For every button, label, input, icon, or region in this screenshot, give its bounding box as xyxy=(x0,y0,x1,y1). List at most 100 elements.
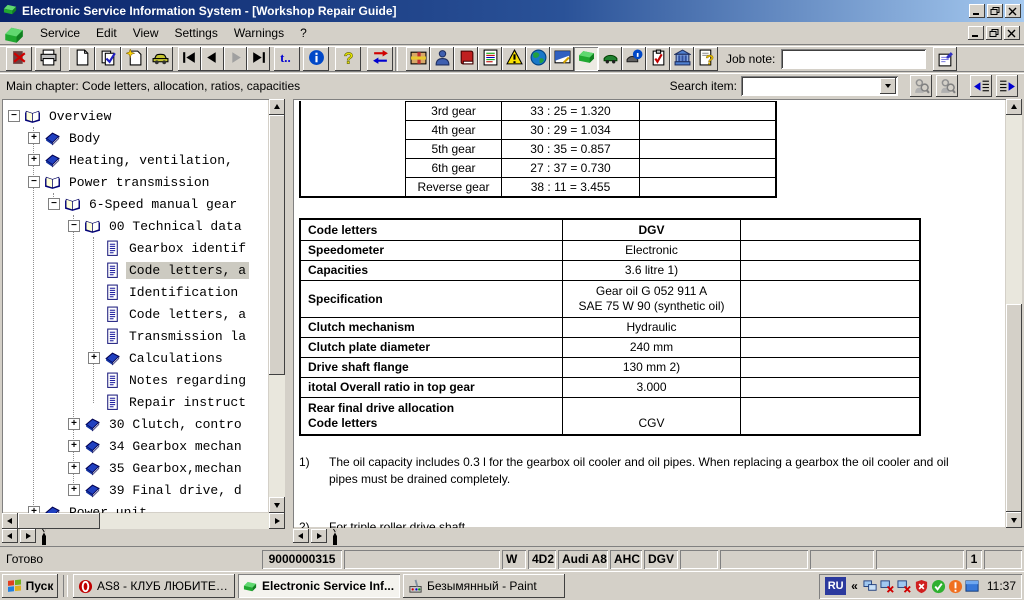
tab-scroll-right-button[interactable] xyxy=(20,529,36,543)
tree-item[interactable]: Gearbox identif xyxy=(2,237,269,259)
tree-vertical-scrollbar[interactable] xyxy=(269,99,285,513)
menu-settings[interactable]: Settings xyxy=(167,24,226,42)
mdi-close-button[interactable] xyxy=(1004,26,1020,40)
tree-item-label[interactable]: Identification xyxy=(126,284,241,301)
globe-button[interactable] xyxy=(526,47,550,71)
tree-item[interactable]: −Overview xyxy=(2,105,269,127)
tree-item[interactable]: −Power transmission xyxy=(2,171,269,193)
restore-button[interactable] xyxy=(987,4,1003,18)
tree-item[interactable]: + Calculations xyxy=(2,347,269,369)
checklist-button[interactable] xyxy=(646,47,670,71)
tree-expander[interactable]: − xyxy=(48,198,60,210)
tab-scroll-right-button[interactable] xyxy=(311,529,327,543)
tree-expander[interactable]: − xyxy=(68,220,80,232)
tree-item-label[interactable]: 30 Clutch, contro xyxy=(106,416,245,433)
tree-item[interactable]: + Body xyxy=(2,127,269,149)
car-button[interactable] xyxy=(147,47,173,71)
tree-item[interactable]: +34 Gearbox mechan xyxy=(2,435,269,457)
job-note-edit-button[interactable] xyxy=(933,47,957,71)
info-button[interactable] xyxy=(303,47,329,71)
scroll-down-button[interactable] xyxy=(269,497,285,513)
menu-view[interactable]: View xyxy=(125,24,167,42)
scroll-up-button[interactable] xyxy=(269,99,285,115)
new-document-button[interactable] xyxy=(69,47,95,71)
tree-expander[interactable]: + xyxy=(28,154,40,166)
tree-horizontal-scrollbar[interactable] xyxy=(2,513,285,529)
tree-item-label[interactable]: Body xyxy=(66,130,103,147)
tree-item-label[interactable]: Heating, ventilation, xyxy=(66,152,236,169)
tree-item[interactable]: +30 Clutch, contro xyxy=(2,413,269,435)
tree-item-label[interactable]: Repair instruct xyxy=(126,394,249,411)
tray-overflow-chevron[interactable]: « xyxy=(849,579,860,593)
exit-button[interactable] xyxy=(6,47,32,71)
search-item-input[interactable] xyxy=(744,79,878,93)
close-button[interactable] xyxy=(1005,4,1021,18)
scroll-up-button[interactable] xyxy=(1006,99,1022,115)
nav-prev-button[interactable] xyxy=(201,47,224,71)
tree-item[interactable]: Code letters, a xyxy=(2,259,269,281)
search-person-button[interactable] xyxy=(910,75,932,97)
scroll-right-button[interactable] xyxy=(269,513,285,529)
tree-expander[interactable]: + xyxy=(88,352,100,364)
overview-tab[interactable]: Overview xyxy=(42,529,46,545)
scrollbar-thumb[interactable] xyxy=(1006,304,1022,512)
task-button[interactable]: Безымянный - Paint xyxy=(403,574,565,598)
tree-item[interactable]: Identification xyxy=(2,281,269,303)
menu-?[interactable]: ? xyxy=(292,24,315,42)
menu-service[interactable]: Service xyxy=(32,24,88,42)
tree-expander[interactable]: + xyxy=(68,440,80,452)
start-button[interactable]: Пуск xyxy=(2,574,58,598)
tree-item-label[interactable]: Power unit xyxy=(66,504,150,514)
combobox-dropdown-button[interactable] xyxy=(880,78,896,94)
tree-item-label[interactable]: Transmission la xyxy=(126,328,249,345)
search-item-combobox[interactable] xyxy=(741,76,898,96)
tree-item-label[interactable]: 6-Speed manual gear xyxy=(86,196,240,213)
flag-note-button[interactable] xyxy=(550,47,574,71)
tab-scroll-left-button[interactable] xyxy=(293,529,309,543)
tree-expander[interactable]: − xyxy=(28,176,40,188)
tree-expander[interactable]: − xyxy=(8,110,20,122)
tree-item-label[interactable]: 35 Gearbox,mechan xyxy=(106,460,245,477)
blue-window-icon[interactable] xyxy=(965,579,980,594)
new-note-button[interactable] xyxy=(121,47,147,71)
tree-item[interactable]: +35 Gearbox,mechan xyxy=(2,457,269,479)
tree-expander[interactable]: + xyxy=(28,132,40,144)
nav-first-button[interactable] xyxy=(178,47,201,71)
menu-edit[interactable]: Edit xyxy=(88,24,125,42)
tree-item[interactable]: Code letters, a xyxy=(2,303,269,325)
document-vertical-scrollbar[interactable] xyxy=(1006,99,1022,528)
tree-item-label[interactable]: 39 Final drive, d xyxy=(106,482,245,499)
scrollbar-thumb[interactable] xyxy=(269,115,285,375)
orange-alert-icon[interactable] xyxy=(948,579,963,594)
swap-arrows-button[interactable] xyxy=(367,47,393,71)
tree-item-label[interactable]: Code letters, a xyxy=(126,306,249,323)
tab-scroll-left-button[interactable] xyxy=(2,529,18,543)
tree-expander[interactable]: + xyxy=(68,462,80,474)
title-bar[interactable]: Electronic Service Information System - … xyxy=(0,0,1024,22)
help-button[interactable]: ? xyxy=(335,47,361,71)
history-button[interactable]: t.. xyxy=(274,47,300,71)
menu-warnings[interactable]: Warnings xyxy=(226,24,292,42)
scroll-down-button[interactable] xyxy=(1006,512,1022,528)
tree-expander[interactable]: + xyxy=(68,418,80,430)
tree-item[interactable]: + Power unit xyxy=(2,501,269,513)
green-car-button[interactable] xyxy=(598,47,622,71)
green-check-icon[interactable] xyxy=(931,579,946,594)
tree-expander[interactable]: + xyxy=(28,506,40,513)
task-button[interactable]: Electronic Service Inf... xyxy=(238,574,400,598)
computer-error-icon[interactable] xyxy=(880,579,895,594)
print-button[interactable] xyxy=(35,47,61,71)
tree-item[interactable]: Transmission la xyxy=(2,325,269,347)
copy-check-button[interactable] xyxy=(95,47,121,71)
document-tab[interactable]: Document xyxy=(333,529,337,545)
minimize-button[interactable] xyxy=(969,4,985,18)
language-indicator[interactable]: RU xyxy=(825,577,846,595)
scrollbar-thumb[interactable] xyxy=(18,513,100,529)
tree-item-label[interactable]: Calculations xyxy=(126,350,226,367)
tree-item[interactable]: Notes regarding xyxy=(2,369,269,391)
tree-item[interactable]: − 6-Speed manual gear xyxy=(2,193,269,215)
red-book-button[interactable] xyxy=(454,47,478,71)
task-button[interactable]: AS8 - КЛУБ ЛЮБИТЕЛЕ... xyxy=(73,574,235,598)
tree-item[interactable]: Repair instruct xyxy=(2,391,269,413)
tree-item-label[interactable]: 00 Technical data xyxy=(106,218,245,235)
